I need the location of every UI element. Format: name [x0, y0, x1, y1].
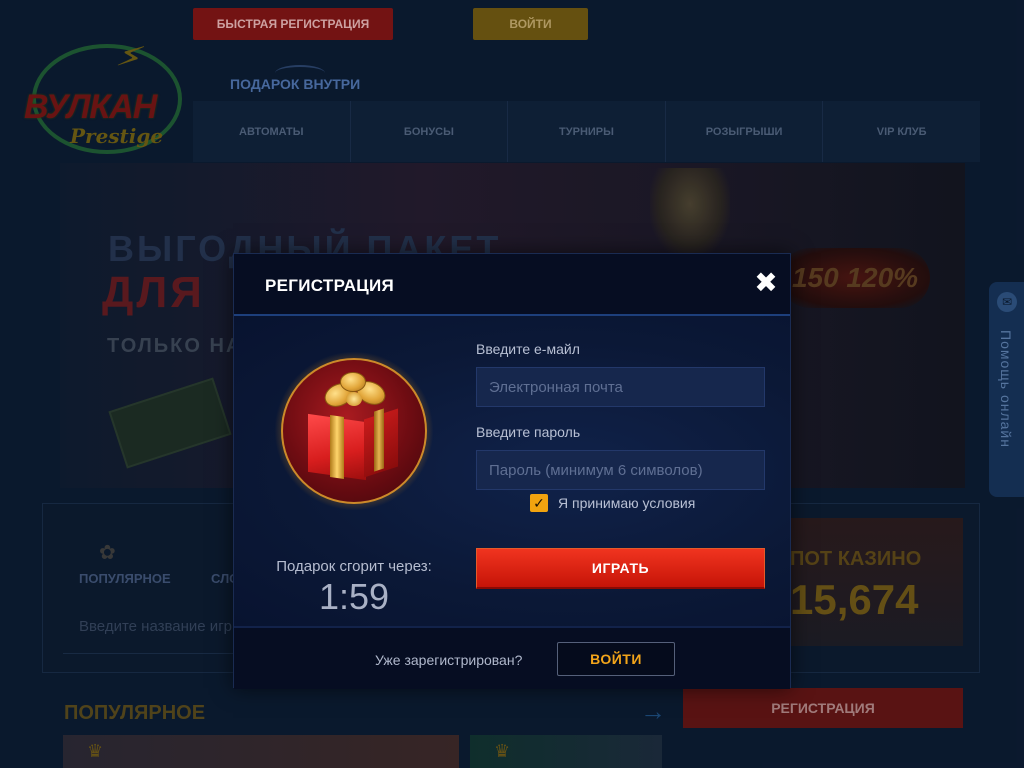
already-registered-text: Уже зарегистрирован? — [375, 652, 523, 668]
modal-title: РЕГИСТРАЦИЯ — [265, 276, 395, 295]
modal-footer: Уже зарегистрирован? ВОЙТИ — [234, 626, 790, 689]
terms-label: Я принимаю условия — [558, 495, 696, 511]
play-button[interactable]: ИГРАТЬ — [476, 548, 765, 589]
gift-ribbon — [330, 415, 344, 479]
terms-row[interactable]: ✓ Я принимаю условия — [530, 493, 695, 513]
bow-loop — [340, 372, 366, 392]
email-label: Введите е-майл — [476, 341, 580, 357]
login-button[interactable]: ВОЙТИ — [557, 642, 675, 676]
modal-body: Подарок сгорит через: 1:59 Введите е-май… — [234, 316, 790, 626]
gift-bow — [320, 372, 390, 424]
password-label: Введите пароль — [476, 424, 581, 440]
terms-checkbox[interactable]: ✓ — [530, 494, 548, 512]
modal-header: РЕГИСТРАЦИЯ ✖ — [234, 254, 790, 316]
email-field[interactable] — [476, 367, 765, 407]
gift-timer-label: Подарок сгорит через: — [276, 558, 432, 575]
bow-knot — [346, 392, 362, 406]
gift-icon — [308, 372, 398, 481]
registration-modal: РЕГИСТРАЦИЯ ✖ Подарок сгорит через: 1:59… — [233, 253, 791, 689]
password-field[interactable] — [476, 450, 765, 490]
close-icon[interactable]: ✖ — [753, 269, 779, 297]
gift-timer-value: 1:59 — [318, 576, 390, 617]
